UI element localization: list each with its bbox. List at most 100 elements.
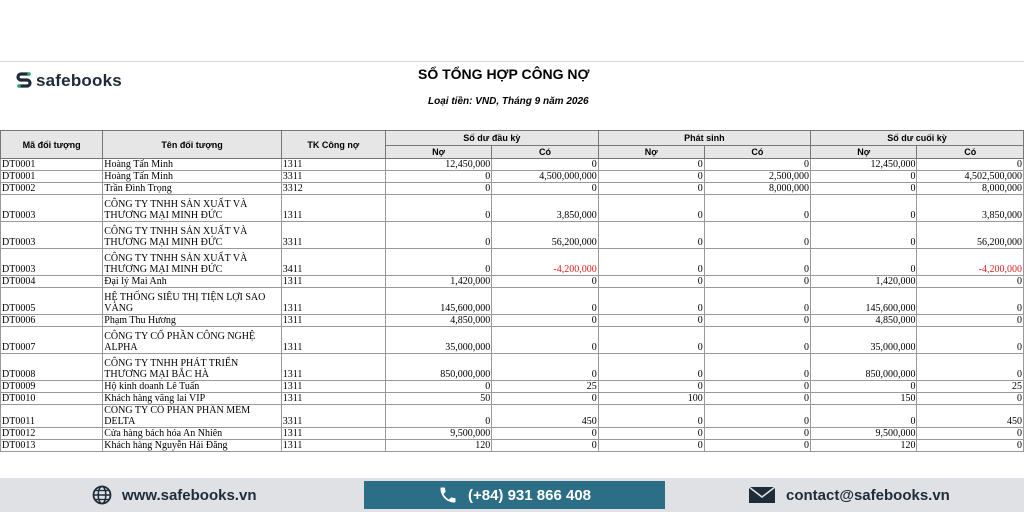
cell-name: CÔNG TY TNHH SẢN XUẤT VÀ THƯƠNG MẠI MINH… xyxy=(102,194,282,222)
cell-account: 1311 xyxy=(280,158,386,171)
cell-code: DT0003 xyxy=(0,221,104,249)
footer-website[interactable]: www.safebooks.vn xyxy=(92,478,256,512)
cell-closing-credit: 0 xyxy=(916,392,1024,405)
cell-movement-debit: 0 xyxy=(597,194,705,222)
cell-movement-debit: 0 xyxy=(597,221,705,249)
cell-name: HỆ THỐNG SIÊU THỊ TIỆN LỢI SAO VÀNG xyxy=(102,287,282,315)
footer-email[interactable]: contact@safebooks.vn xyxy=(748,478,950,512)
cell-movement-credit: 2,500,000 xyxy=(703,170,812,183)
cell-movement-credit: 0 xyxy=(703,427,812,440)
cell-code: DT0001 xyxy=(0,158,104,171)
cell-movement-debit: 0 xyxy=(597,314,705,327)
table-row: DT0002 Trần Đình Trọng 3312 0 0 0 8,000,000 0 8,… xyxy=(0,182,1024,195)
cell-name: CÔNG TY TNHH PHÁT TRIỂN THƯƠNG MẠI BẮC H… xyxy=(102,353,282,381)
table-row: DT0010 Khách hàng vãng lai VIP 1311 50 0 100 0… xyxy=(0,392,1024,405)
cell-movement-debit: 0 xyxy=(597,182,705,195)
table-row: DT0006 Phạm Thu Hương 1311 4,850,000 0 0 0 4,85… xyxy=(0,314,1024,327)
ledger-body: DT0001 Hoàng Tấn Minh 1311 12,450,000 0 0 0 12,… xyxy=(0,158,1024,452)
cell-movement-debit: 0 xyxy=(597,404,705,428)
phone-icon xyxy=(440,487,456,503)
cell-movement-credit: 0 xyxy=(703,221,812,249)
cell-code: DT0006 xyxy=(0,314,104,327)
cell-movement-debit: 0 xyxy=(597,353,705,381)
website-text: www.safebooks.vn xyxy=(122,486,257,504)
cell-code: DT0012 xyxy=(0,427,104,440)
cell-closing-credit: 0 xyxy=(916,439,1024,452)
footer-phone[interactable]: (+84) 931 866 408 xyxy=(364,481,665,509)
header-closing: Số dư cuối kỳ xyxy=(810,130,1024,146)
cell-closing-debit: 0 xyxy=(810,194,918,222)
table-row: DT0012 Cửa hàng bách hóa An Nhiên 1311 9,50… xyxy=(0,427,1024,440)
cell-opening-debit: 0 xyxy=(384,380,493,393)
cell-movement-debit: 0 xyxy=(597,287,705,315)
cell-code: DT0013 xyxy=(0,439,104,452)
cell-opening-debit: 145,600,000 xyxy=(384,287,493,315)
cell-closing-credit: 8,000,000 xyxy=(916,182,1024,195)
cell-closing-credit: 0 xyxy=(916,275,1024,288)
header-opening-credit: Có xyxy=(491,145,599,159)
cell-code: DT0002 xyxy=(0,182,104,195)
cell-name: Cửa hàng bách hóa An Nhiên xyxy=(102,427,282,440)
cell-closing-credit: 0 xyxy=(916,326,1024,354)
cell-opening-credit: 0 xyxy=(491,353,599,381)
cell-opening-credit: 4,500,000,000 xyxy=(491,170,599,183)
header-movement: Phát sinh xyxy=(597,130,812,146)
cell-account: 3311 xyxy=(280,170,386,183)
cell-closing-debit: 0 xyxy=(810,221,918,249)
cell-movement-credit: 0 xyxy=(703,287,812,315)
cell-closing-credit: 0 xyxy=(916,158,1024,171)
header-closing-credit: Có xyxy=(916,145,1024,159)
cell-closing-credit: 0 xyxy=(916,353,1024,381)
header-movement-debit: Nợ xyxy=(597,145,705,159)
cell-movement-debit: 0 xyxy=(597,427,705,440)
cell-name: CÔNG TY TNHH SẢN XUẤT VÀ THƯƠNG MẠI MINH… xyxy=(102,221,282,249)
cell-code: DT0003 xyxy=(0,194,104,222)
cell-opening-credit: 0 xyxy=(491,158,599,171)
cell-account: 3311 xyxy=(280,221,386,249)
cell-opening-debit: 9,500,000 xyxy=(384,427,493,440)
cell-opening-debit: 0 xyxy=(384,248,493,276)
cell-code: DT0004 xyxy=(0,275,104,288)
footer-bar: www.safebooks.vn (+84) 931 866 408 conta… xyxy=(0,478,1024,512)
cell-name: Hộ kinh doanh Lê Tuấn xyxy=(102,380,282,393)
cell-name: Hoàng Tấn Minh xyxy=(102,158,282,171)
cell-movement-debit: 0 xyxy=(597,326,705,354)
cell-movement-debit: 100 xyxy=(597,392,705,405)
cell-closing-debit: 0 xyxy=(810,380,918,393)
table-row: DT0013 Khách hàng Nguyễn Hải Đăng 1311 120 0… xyxy=(0,439,1024,452)
cell-movement-credit: 0 xyxy=(703,404,812,428)
cell-account: 3312 xyxy=(280,182,386,195)
cell-code: DT0007 xyxy=(0,326,104,354)
cell-account: 1311 xyxy=(280,380,386,393)
cell-movement-debit: 0 xyxy=(597,439,705,452)
cell-closing-debit: 1,420,000 xyxy=(810,275,918,288)
cell-movement-debit: 0 xyxy=(597,170,705,183)
cell-account: 1311 xyxy=(280,439,386,452)
cell-opening-credit: -4,200,000 xyxy=(491,248,599,276)
cell-movement-credit: 0 xyxy=(703,380,812,393)
cell-account: 3411 xyxy=(280,248,386,276)
cell-opening-credit: 0 xyxy=(491,275,599,288)
cell-closing-debit: 35,000,000 xyxy=(810,326,918,354)
cell-code: DT0011 xyxy=(0,404,104,428)
cell-account: 1311 xyxy=(280,275,386,288)
cell-account: 1311 xyxy=(280,326,386,354)
cell-closing-debit: 4,850,000 xyxy=(810,314,918,327)
cell-code: DT0003 xyxy=(0,248,104,276)
header-name: Tên đối tượng xyxy=(102,130,282,159)
cell-movement-credit: 0 xyxy=(703,392,812,405)
cell-closing-credit: 450 xyxy=(916,404,1024,428)
cell-movement-credit: 0 xyxy=(703,275,812,288)
cell-movement-credit: 0 xyxy=(703,326,812,354)
cell-closing-debit: 0 xyxy=(810,248,918,276)
cell-closing-credit: 0 xyxy=(916,427,1024,440)
ledger-sheet: Mã đối tượng Tên đối tượng TK Công nợ Số… xyxy=(0,130,1024,452)
cell-account: 1311 xyxy=(280,427,386,440)
cell-opening-debit: 50 xyxy=(384,392,493,405)
cell-movement-credit: 0 xyxy=(703,158,812,171)
header-account: TK Công nợ xyxy=(280,130,386,159)
cell-opening-credit: 450 xyxy=(491,404,599,428)
cell-closing-debit: 0 xyxy=(810,170,918,183)
cell-movement-debit: 0 xyxy=(597,158,705,171)
cell-account: 1311 xyxy=(280,392,386,405)
